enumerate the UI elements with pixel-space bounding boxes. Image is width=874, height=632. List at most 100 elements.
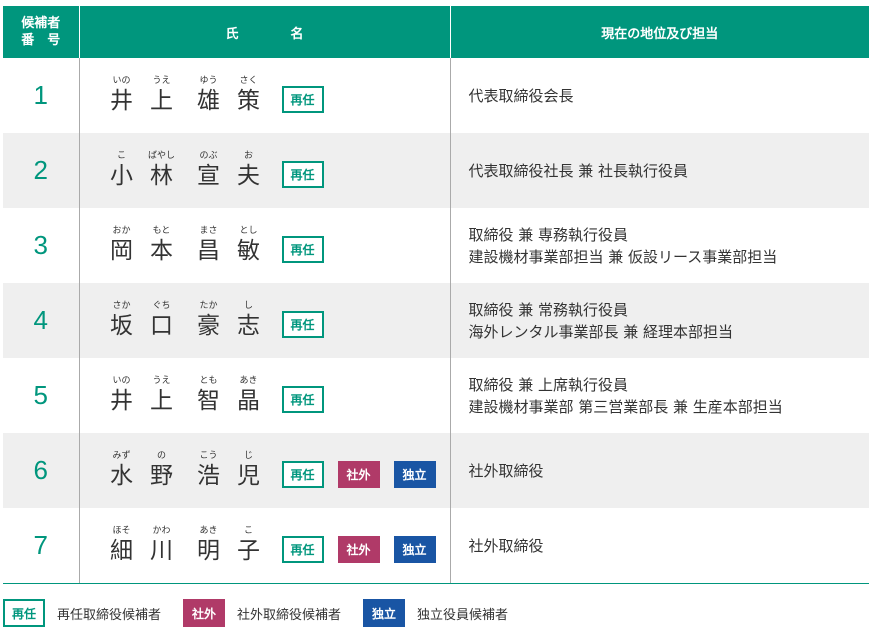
name-characters: いの井うえ上ゆう雄さく策: [102, 76, 269, 115]
name-character: し志: [229, 301, 269, 340]
candidate-number: 3: [3, 208, 80, 283]
kanji: 上: [150, 388, 173, 414]
position-line: 建設機材事業部 第三営業部長 兼 生産本部担当: [468, 397, 783, 416]
legend-outside-badge: 社外: [183, 599, 226, 627]
name-character: さか坂: [102, 301, 142, 340]
position-line: 代表取締役社長 兼 社長執行役員: [468, 161, 689, 180]
name-character: の野: [142, 451, 182, 490]
candidate-name-cell: さか坂ぐち口たか豪し志再任: [79, 283, 451, 358]
position-line: 取締役 兼 専務執行役員: [468, 225, 629, 244]
name-character: あき明: [189, 526, 229, 565]
candidate-number: 2: [3, 133, 80, 208]
kanji: 林: [150, 163, 173, 189]
kanji: 小: [110, 163, 133, 189]
legend-outside-text: 社外取締役候補者: [237, 607, 342, 623]
kanji: 敏: [237, 238, 260, 264]
candidate-number: 7: [3, 508, 80, 584]
name-characters: おか岡もと本まさ昌とし敏: [102, 226, 269, 265]
name-character: みず水: [102, 451, 142, 490]
furigana: の: [156, 451, 166, 461]
kanji: 宣: [197, 163, 220, 189]
kanji: 坂: [110, 313, 133, 339]
furigana: し: [243, 301, 253, 311]
header-number-line1: 候補者: [21, 16, 61, 31]
kanji: 水: [110, 463, 133, 489]
table-row: 5 いの井うえ上とも智あき晶再任 取締役 兼 上席執行役員 建設機材事業部 第三営業部…: [3, 358, 869, 433]
name-characters: いの井うえ上とも智あき晶: [102, 376, 269, 415]
reelect-badge: 再任: [281, 235, 324, 263]
reelect-badge: 再任: [281, 385, 324, 413]
name-character: もと本: [142, 226, 182, 265]
table-row: 6 みず水の野こう浩じ児再任 社外 独立 社外取締役: [3, 433, 869, 508]
furigana: お: [243, 151, 253, 161]
kanji: 豪: [197, 313, 220, 339]
furigana: あき: [239, 376, 258, 386]
legend-reelect-text: 再任取締役候補者: [57, 607, 162, 623]
candidate-number: 5: [3, 358, 80, 433]
candidate-position: 取締役 兼 常務執行役員 海外レンタル事業部長 兼 経理本部担当: [450, 283, 869, 358]
candidate-name: ほそ細かわ川あき明こ子再任 社外 独立: [80, 526, 450, 565]
candidate-badges: 再任: [281, 85, 338, 113]
candidate-position: 社外取締役: [450, 508, 869, 584]
name-characters: こ小ばやし林のぶ宣お夫: [102, 151, 269, 190]
candidate-rows: 1 いの井うえ上ゆう雄さく策再任 代表取締役会長 2 こ小ばやし林のぶ宣お夫再任 代表取締…: [3, 58, 869, 584]
furigana: ゆう: [199, 76, 218, 86]
header-name-a: 氏: [225, 26, 239, 42]
furigana: あき: [199, 526, 218, 536]
candidate-name-cell: ほそ細かわ川あき明こ子再任 社外 独立: [79, 508, 451, 584]
name-character: たか豪: [189, 301, 229, 340]
furigana: ほそ: [112, 526, 131, 536]
independent-badge: 独立: [393, 535, 436, 563]
candidate-position: 取締役 兼 上席執行役員 建設機材事業部 第三営業部長 兼 生産本部担当: [450, 358, 869, 433]
furigana: みず: [112, 451, 131, 461]
legend-independent-text: 独立役員候補者: [417, 607, 509, 623]
kanji: 細: [110, 538, 133, 564]
candidate-name: いの井うえ上とも智あき晶再任: [80, 376, 450, 415]
furigana: のぶ: [199, 151, 218, 161]
kanji: 智: [197, 388, 220, 414]
candidate-name-cell: おか岡もと本まさ昌とし敏再任: [79, 208, 451, 283]
table-row: 3 おか岡もと本まさ昌とし敏再任 取締役 兼 専務執行役員 建設機材事業部担当 兼 仮…: [3, 208, 869, 283]
kanji: 雄: [197, 88, 220, 114]
reelect-badge: 再任: [281, 310, 324, 338]
kanji: 本: [150, 238, 173, 264]
furigana: いの: [112, 76, 131, 86]
furigana: かわ: [152, 526, 171, 536]
name-characters: みず水の野こう浩じ児: [102, 451, 269, 490]
furigana: じ: [243, 451, 253, 461]
candidate-name: さか坂ぐち口たか豪し志再任: [80, 301, 450, 340]
kanji: 明: [197, 538, 220, 564]
candidate-position: 代表取締役社長 兼 社長執行役員: [450, 133, 869, 208]
name-character: おか岡: [102, 226, 142, 265]
header-position: 現在の地位及び担当: [450, 6, 869, 58]
position-line: 建設機材事業部担当 兼 仮設リース事業部担当: [468, 247, 778, 266]
position-line: 代表取締役会長: [468, 86, 574, 105]
furigana: ぐち: [152, 301, 171, 311]
name-character: ぐち口: [142, 301, 182, 340]
candidate-position: 社外取締役: [450, 433, 869, 508]
name-character: うえ上: [142, 376, 182, 415]
candidate-name: おか岡もと本まさ昌とし敏再任: [80, 226, 450, 265]
name-character: こ子: [229, 526, 269, 565]
kanji: 子: [237, 538, 260, 564]
name-character: じ児: [229, 451, 269, 490]
name-character: かわ川: [142, 526, 182, 565]
kanji: 川: [150, 538, 173, 564]
candidate-name: いの井うえ上ゆう雄さく策再任: [80, 76, 450, 115]
table-row: 7 ほそ細かわ川あき明こ子再任 社外 独立 社外取締役: [3, 508, 869, 584]
candidate-badges: 再任: [281, 385, 338, 413]
furigana: うえ: [152, 76, 171, 86]
independent-badge: 独立: [393, 460, 436, 488]
table-row: 4 さか坂ぐち口たか豪し志再任 取締役 兼 常務執行役員 海外レンタル事業部長 兼 経…: [3, 283, 869, 358]
kanji: 策: [237, 88, 260, 114]
candidate-name-cell: みず水の野こう浩じ児再任 社外 独立: [79, 433, 451, 508]
kanji: 口: [150, 313, 173, 339]
name-character: こ小: [102, 151, 142, 190]
reelect-badge: 再任: [281, 160, 324, 188]
name-character: ゆう雄: [189, 76, 229, 115]
name-character: まさ昌: [189, 226, 229, 265]
reelect-badge: 再任: [281, 460, 324, 488]
candidate-name: こ小ばやし林のぶ宣お夫再任: [80, 151, 450, 190]
candidate-badges: 再任 社外 独立: [281, 535, 450, 563]
header-name: 氏名: [79, 6, 451, 58]
